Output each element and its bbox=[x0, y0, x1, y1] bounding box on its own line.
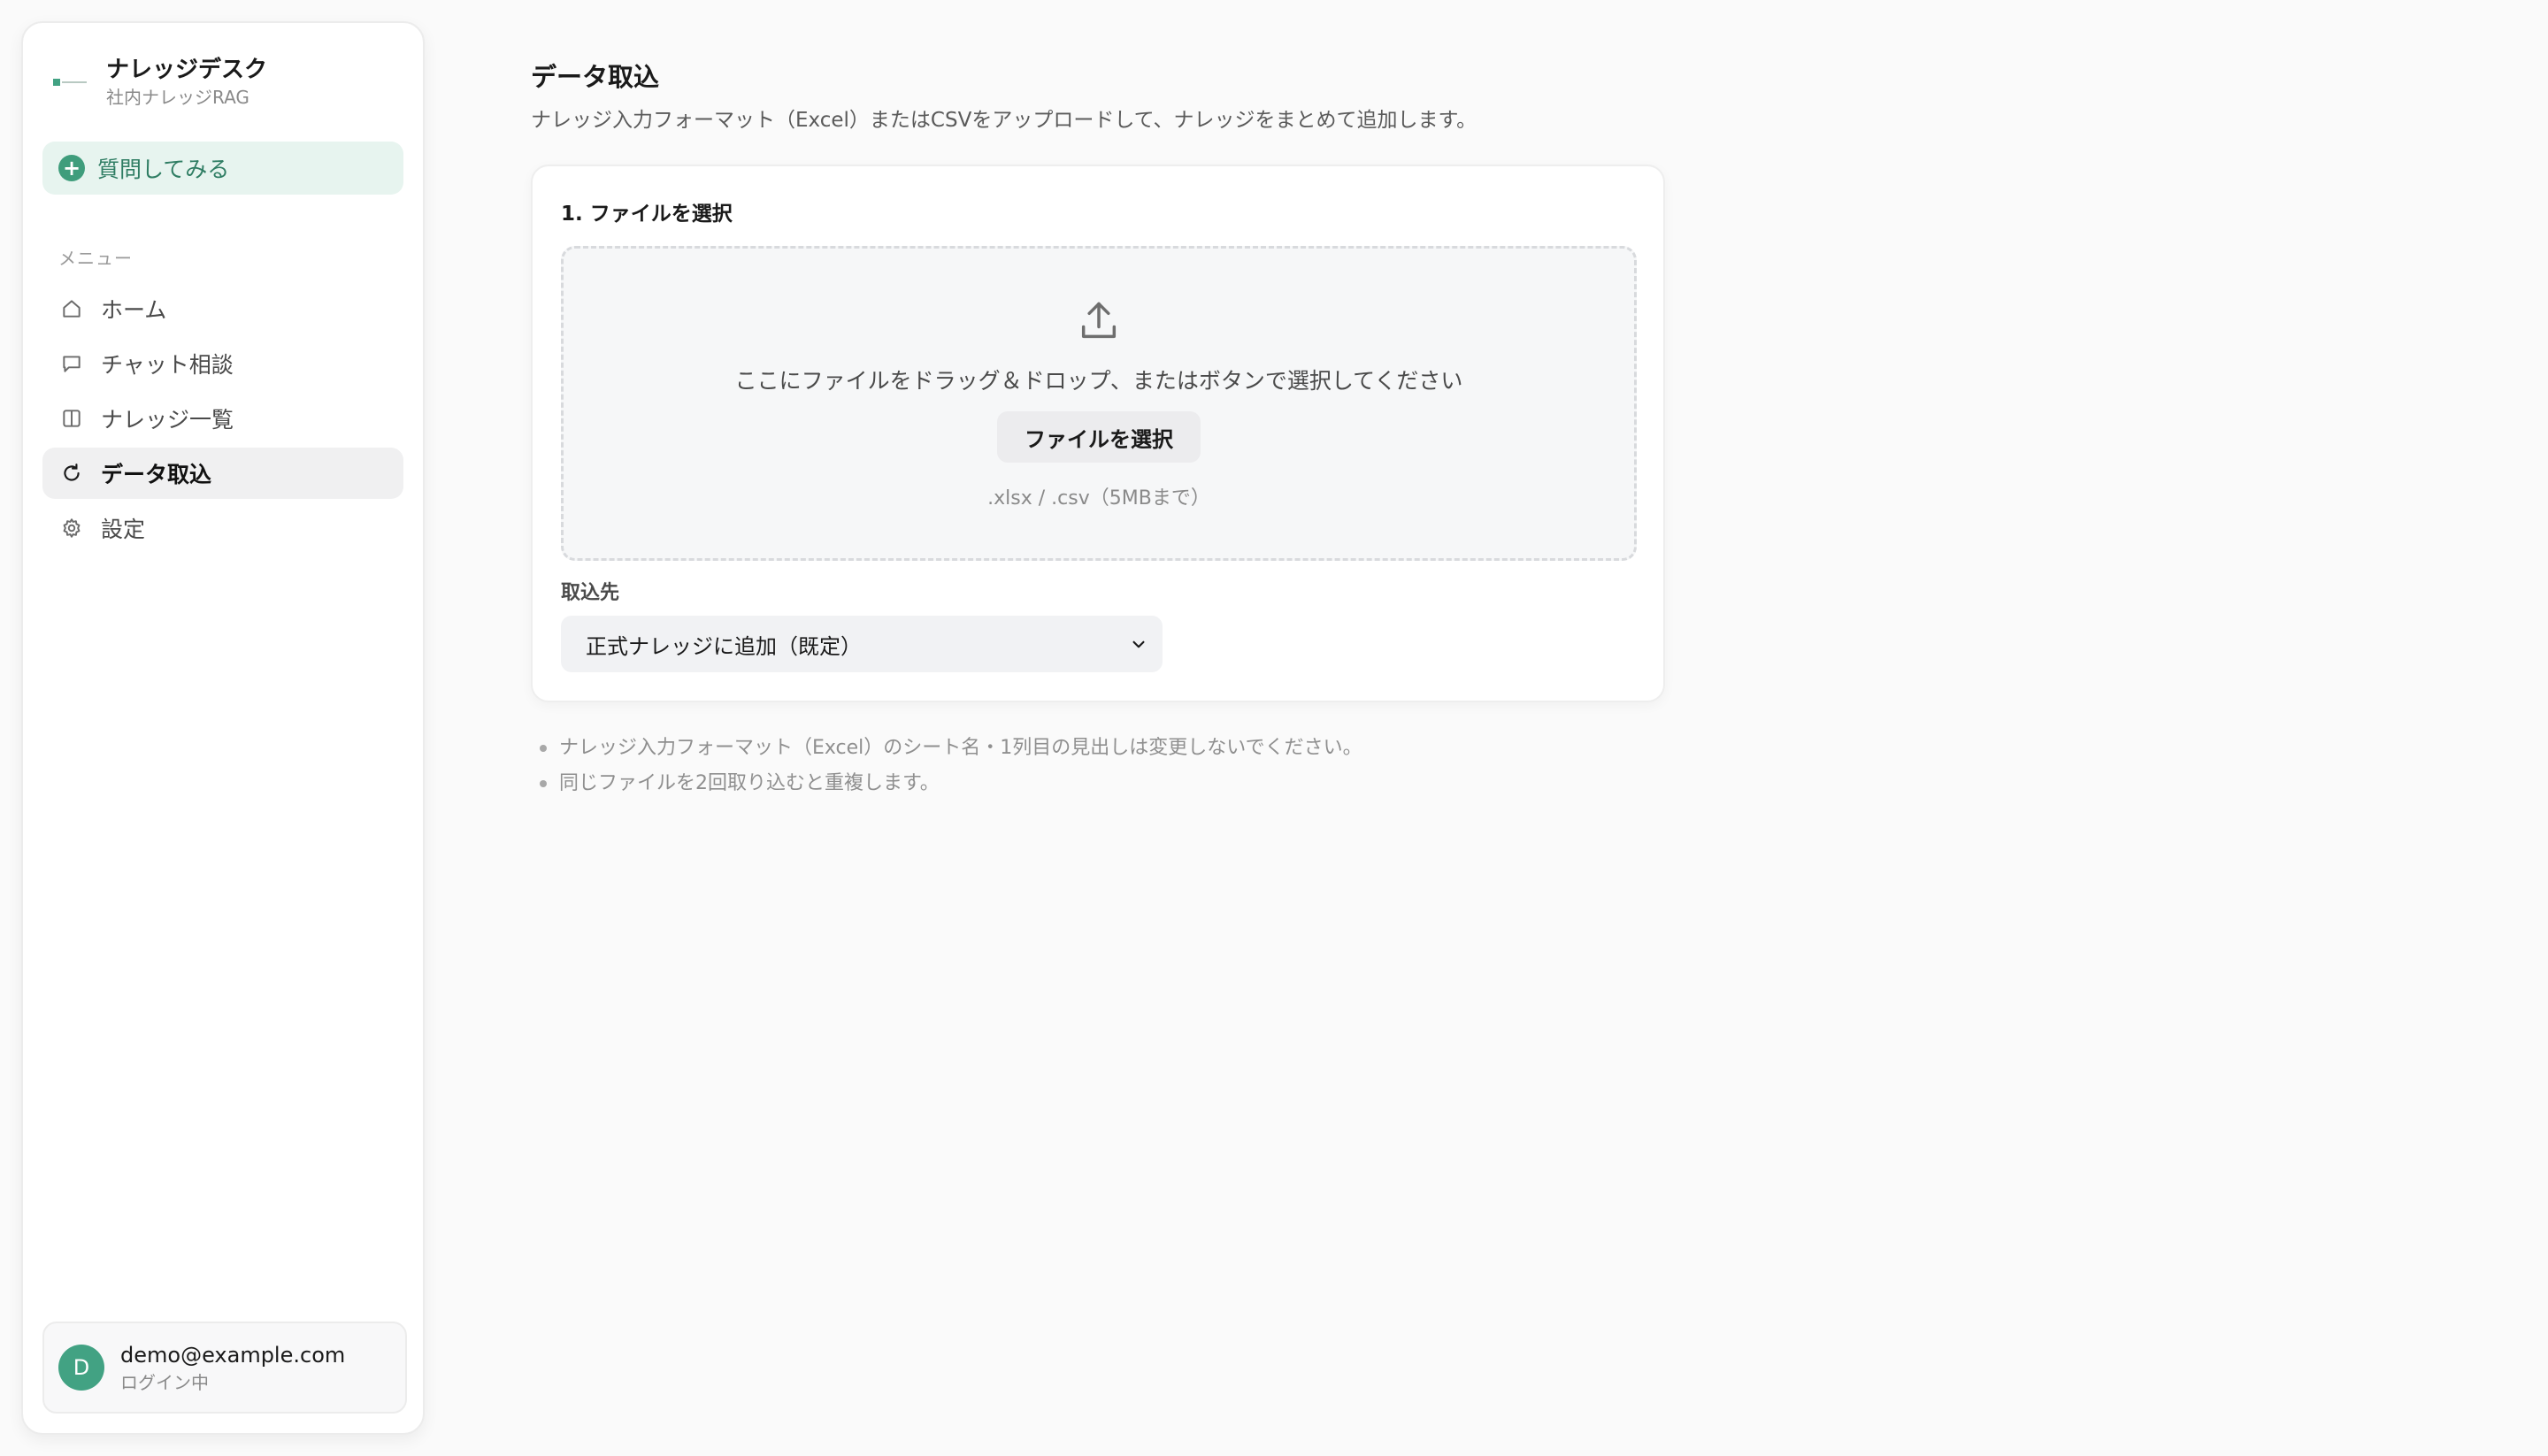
file-type-hint: .xlsx / .csv（5MBまで） bbox=[987, 487, 1210, 510]
sidebar-item-label: チャット相談 bbox=[101, 352, 234, 378]
plus-icon: + bbox=[58, 155, 85, 181]
choose-file-button[interactable]: ファイルを選択 bbox=[997, 411, 1201, 463]
notes-list: ナレッジ入力フォーマット（Excel）のシート名・1列目の見出しは変更しないでく… bbox=[540, 731, 1362, 801]
user-email: demo@example.com bbox=[120, 1343, 346, 1368]
destination-select[interactable]: 正式ナレッジに追加（既定） bbox=[561, 616, 1163, 672]
chevron-down-icon bbox=[1127, 632, 1150, 655]
dropzone-instruction: ここにファイルをドラッグ＆ドロップ、またはボタンで選択してください bbox=[734, 368, 1463, 394]
sidebar-item-settings[interactable]: 設定 bbox=[42, 502, 403, 554]
sidebar-item-home[interactable]: ホーム bbox=[42, 283, 403, 334]
note-item: 同じファイルを2回取り込むと重複します。 bbox=[540, 766, 1362, 801]
menu-heading: メニュー bbox=[58, 248, 133, 269]
file-dropzone[interactable]: ここにファイルをドラッグ＆ドロップ、またはボタンで選択してください ファイルを選… bbox=[561, 246, 1637, 561]
sidebar-item-data-import[interactable]: データ取込 bbox=[42, 448, 403, 499]
page-description: ナレッジ入力フォーマット（Excel）またはCSVをアップロードして、ナレッジを… bbox=[531, 109, 1477, 132]
upload-icon bbox=[1076, 298, 1122, 344]
sidebar-item-label: 設定 bbox=[101, 517, 146, 542]
brand[interactable]: ナレッジデスク 社内ナレッジRAG bbox=[53, 55, 267, 110]
sidebar-nav: ホーム チャット相談 ナレッジ一覧 データ取込 設定 bbox=[42, 283, 403, 557]
avatar: D bbox=[58, 1345, 104, 1391]
ask-question-label: 質問してみる bbox=[97, 157, 230, 182]
logo-icon bbox=[53, 65, 88, 100]
gear-icon bbox=[58, 515, 85, 541]
home-icon bbox=[58, 295, 85, 322]
sidebar: ナレッジデスク 社内ナレッジRAG + 質問してみる メニュー ホーム チャット… bbox=[21, 21, 425, 1435]
sidebar-item-label: データ取込 bbox=[101, 462, 212, 487]
sidebar-item-label: ホーム bbox=[101, 297, 167, 323]
sidebar-item-knowledge-list[interactable]: ナレッジ一覧 bbox=[42, 393, 403, 444]
book-icon bbox=[58, 405, 85, 432]
bullet-icon bbox=[540, 780, 547, 787]
user-card[interactable]: D demo@example.com ログイン中 bbox=[42, 1322, 407, 1414]
sidebar-item-chat[interactable]: チャット相談 bbox=[42, 338, 403, 389]
chat-icon bbox=[58, 350, 85, 377]
destination-label: 取込先 bbox=[561, 582, 620, 604]
refresh-icon bbox=[58, 460, 85, 487]
brand-name: ナレッジデスク bbox=[106, 57, 268, 83]
note-item: ナレッジ入力フォーマット（Excel）のシート名・1列目の見出しは変更しないでく… bbox=[540, 731, 1362, 766]
page-title: データ取込 bbox=[531, 62, 660, 92]
destination-value: 正式ナレッジに追加（既定） bbox=[586, 633, 862, 659]
sidebar-item-label: ナレッジ一覧 bbox=[101, 407, 234, 433]
upload-card: 1. ファイルを選択 ここにファイルをドラッグ＆ドロップ、またはボタンで選択して… bbox=[531, 165, 1665, 702]
user-status: ログイン中 bbox=[120, 1372, 209, 1393]
ask-question-button[interactable]: + 質問してみる bbox=[42, 142, 403, 195]
section-title: 1. ファイルを選択 bbox=[561, 203, 733, 226]
note-text: 同じファイルを2回取り込むと重複します。 bbox=[559, 772, 940, 794]
bullet-icon bbox=[540, 745, 547, 752]
brand-subtitle: 社内ナレッジRAG bbox=[106, 87, 249, 108]
note-text: ナレッジ入力フォーマット（Excel）のシート名・1列目の見出しは変更しないでく… bbox=[559, 737, 1362, 759]
